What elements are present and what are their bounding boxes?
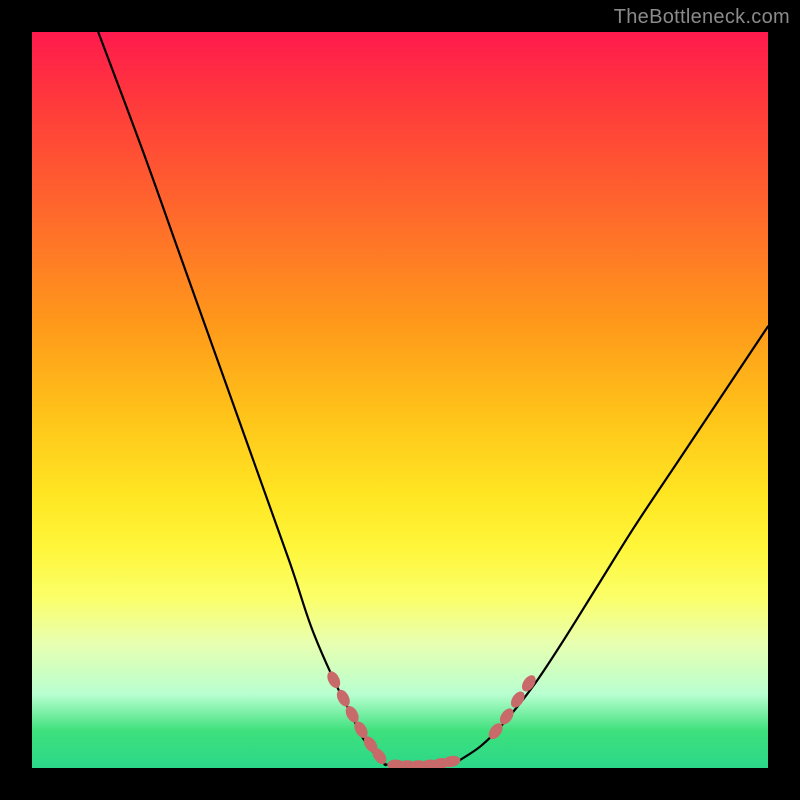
data-beads <box>325 669 539 768</box>
plot-area <box>32 32 768 768</box>
watermark-text: TheBottleneck.com <box>614 6 790 29</box>
bead <box>325 669 343 690</box>
bead <box>334 688 352 709</box>
curve-svg <box>32 32 768 768</box>
chart-frame: TheBottleneck.com <box>0 0 800 800</box>
bottleneck-curve <box>98 32 768 767</box>
